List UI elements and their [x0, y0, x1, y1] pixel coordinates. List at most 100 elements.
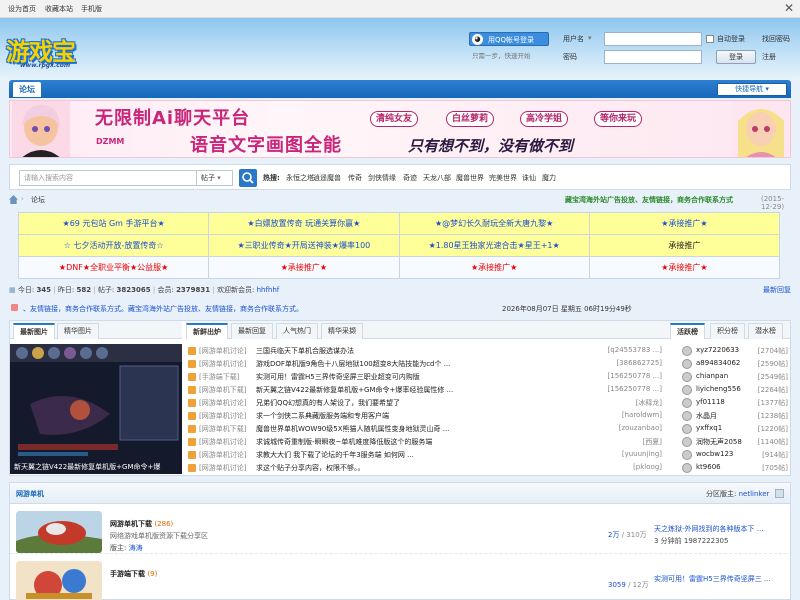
thread-category[interactable]: [网游单机讨论]	[199, 411, 246, 421]
set-home-link[interactable]: 设为首页	[8, 4, 36, 14]
tab-lurker-rank[interactable]: 潜水榜	[748, 323, 783, 339]
avatar[interactable]	[682, 411, 692, 421]
rank-row[interactable]: 润物无声2058 [1140帖]	[682, 436, 790, 448]
thread-row[interactable]: [手游端下载] 实测可用！雷霆H5三界传奇坚屏三职业超变可内购版 [15625077…	[186, 371, 662, 383]
rank-user-name[interactable]: liyicheng556	[696, 385, 741, 393]
thread-category[interactable]: [网游单机讨论]	[199, 359, 246, 369]
notice-text[interactable]: 、友情链接，商务合作联系方式。藏宝湾海外站广告投放、友情链接，商务合作联系方式。	[23, 304, 303, 314]
rank-row[interactable]: wocbw123 [914帖]	[682, 449, 790, 461]
rank-user-name[interactable]: a894834062	[696, 359, 740, 367]
ad-link[interactable]: ★承接推广★	[471, 263, 517, 272]
username-input[interactable]	[604, 32, 702, 46]
tab-featured-threads[interactable]: 精华采撷	[321, 323, 363, 339]
thread-title[interactable]: 求诚城传奇重制版-瞬瞬夜~单机难度降低版这个的服务端	[256, 437, 432, 447]
rank-user-name[interactable]: wocbw123	[696, 450, 733, 458]
ad-link[interactable]: ★1.80星王独家光速合击★星王+1★	[429, 241, 560, 250]
thread-category[interactable]: [网游单机下载]	[199, 424, 246, 434]
forum-title[interactable]: 手游端下载 (9)	[110, 569, 157, 579]
section-mod-link[interactable]: netlinker	[739, 490, 770, 498]
latest-reply-link[interactable]: 最新回复	[763, 285, 791, 295]
ad-link[interactable]: ☆ 七夕活动开放-放置传奇☆	[64, 241, 164, 250]
tab-latest-replies[interactable]: 最新回复	[231, 323, 273, 339]
ad-link[interactable]: ★承接推广★	[281, 263, 327, 272]
breadcrumb-forum[interactable]: 论坛	[31, 195, 45, 205]
rank-row[interactable]: yxffxq1 [1220帖]	[682, 423, 790, 435]
ad-link[interactable]: ★承接推广★	[661, 263, 707, 272]
tab-hot-threads[interactable]: 人气热门	[276, 323, 318, 339]
hot-keyword[interactable]: 传奇	[348, 173, 362, 183]
thread-row[interactable]: [网游单机讨论] 兄弟们QQ幻想真的有人架设了，我们要希望了 [冰释龙]	[186, 397, 662, 409]
nav-forum-tab[interactable]: 论坛	[13, 82, 41, 97]
hot-keyword[interactable]: 诛仙	[522, 173, 536, 183]
rank-user-name[interactable]: yf01118	[696, 398, 725, 406]
remember-checkbox[interactable]	[706, 35, 714, 43]
avatar[interactable]	[682, 424, 692, 434]
avatar[interactable]	[682, 437, 692, 447]
rank-user-name[interactable]: xyz7220633	[696, 346, 739, 354]
forum-title[interactable]: 网游单机下载 (286)	[110, 519, 173, 529]
thread-author[interactable]: [pkloog]	[596, 463, 662, 471]
thread-row[interactable]: [网游单机讨论] 求教大大们 我下载了论坛的千年3服务端 如何网 ... [yuuu…	[186, 449, 662, 461]
ad-link[interactable]: ★承接推广★	[661, 219, 707, 228]
thread-title[interactable]: 兄弟们QQ幻想真的有人架设了，我们要希望了	[256, 398, 400, 408]
mobile-link[interactable]: 手机版	[81, 4, 102, 14]
thread-category[interactable]: [网游单机下载]	[199, 385, 246, 395]
search-type-select[interactable]: 帖子 ▾	[197, 170, 233, 186]
thread-author[interactable]: [haroldwm]	[596, 411, 662, 419]
hot-keyword[interactable]: 奇迹	[403, 173, 417, 183]
thread-row[interactable]: [网游单机讨论] 求诚城传奇重制版-瞬瞬夜~单机难度降低版这个的服务端 [西夏]	[186, 436, 662, 448]
close-icon[interactable]: ✕	[784, 1, 794, 15]
thread-author[interactable]: [冰释龙]	[596, 398, 662, 408]
avatar[interactable]	[682, 463, 692, 473]
thread-row[interactable]: [网游单机下载] 新天翼之链V422最新修复单机版+GM命令+爆率经验属性修 ..…	[186, 384, 662, 396]
hot-keyword[interactable]: 永恒之塔	[286, 173, 314, 183]
ad-link[interactable]: ★三职业传奇★开局送神装★爆率100	[237, 241, 370, 250]
rank-row[interactable]: 水晶月 [1238帖]	[682, 410, 790, 422]
rank-row[interactable]: yf01118 [1377帖]	[682, 397, 790, 409]
thread-category[interactable]: [网游单机讨论]	[199, 398, 246, 408]
avatar[interactable]	[682, 398, 692, 408]
featured-image[interactable]: 新天翼之链V422最新修复单机版+GM命令+爆	[10, 344, 182, 474]
forum-thumbnail[interactable]	[16, 561, 102, 600]
rank-row[interactable]: liyicheng556 [2264帖]	[682, 384, 790, 396]
tab-latest-pics[interactable]: 最新图片	[13, 323, 55, 339]
ad-link[interactable]: 承接推广	[668, 241, 700, 250]
hot-keyword[interactable]: 魔力	[542, 173, 556, 183]
thread-author[interactable]: [yuuunjing]	[596, 450, 662, 458]
avatar[interactable]	[682, 346, 692, 356]
rank-row[interactable]: kt9606 [705帖]	[682, 462, 790, 474]
rank-row[interactable]: xyz7220633 [2704帖]	[682, 345, 790, 357]
forgot-password-link[interactable]: 找回密码	[762, 34, 790, 44]
thread-category[interactable]: [手游端下载]	[199, 372, 239, 382]
thread-category[interactable]: [网游单机讨论]	[199, 450, 246, 460]
ad-link[interactable]: ★DNF★全职业平衡★公益服★	[59, 263, 168, 272]
quick-nav-button[interactable]: 快捷导航 ▾	[717, 83, 787, 96]
search-input[interactable]: 请输入搜索内容	[19, 170, 197, 186]
hot-keyword[interactable]: 完美世界	[489, 173, 517, 183]
thread-author[interactable]: [156250778 ...]	[596, 385, 662, 393]
avatar[interactable]	[682, 359, 692, 369]
forum-thumbnail[interactable]	[16, 511, 102, 553]
thread-author[interactable]: [zouzanbao]	[596, 424, 662, 432]
thread-author[interactable]: [q24553783 ...]	[596, 346, 662, 354]
thread-category[interactable]: [网游单机讨论]	[199, 346, 246, 356]
rank-row[interactable]: a894834062 [2590帖]	[682, 358, 790, 370]
tab-active-rank[interactable]: 活跃榜	[670, 323, 705, 339]
qq-login-button[interactable]: ◕ 用QQ帐号登录	[469, 32, 549, 46]
ad-link[interactable]: ★白嫖放置传奇 玩通关算你赢★	[247, 219, 360, 228]
rank-user-name[interactable]: 水晶月	[696, 411, 717, 421]
forum-last-post-link[interactable]: 天之炼狱-外网找到的各种版本下 ...	[654, 524, 763, 534]
register-link[interactable]: 注册	[762, 52, 776, 62]
thread-row[interactable]: [网游单机讨论] 求这个贴子分享内容，权限不够。。 [pkloog]	[186, 462, 662, 474]
avatar[interactable]	[682, 372, 692, 382]
ad-link[interactable]: ★@梦幻长久耐玩全新大唐九黎★	[435, 219, 553, 228]
tab-new-threads[interactable]: 新鲜出炉	[186, 323, 228, 339]
thread-title[interactable]: 魔兽世界单机WOW90级5X熊猫人随机属性变身地狱灵山奇 ...	[256, 424, 449, 434]
rank-user-name[interactable]: 润物无声2058	[696, 437, 742, 447]
thread-row[interactable]: [网游单机讨论] 三国兵临天下单机合服选谋办法 [q24553783 ...]	[186, 345, 662, 357]
hot-keyword[interactable]: 魔兽世界	[456, 173, 484, 183]
forum-mod-link[interactable]: 涛涛	[129, 544, 143, 552]
thread-title[interactable]: 求一个剑侠二系典藏版服务端和专用客户端	[256, 411, 389, 421]
rank-row[interactable]: chianpan [2549帖]	[682, 371, 790, 383]
hot-keyword[interactable]: 天龙八部	[423, 173, 451, 183]
